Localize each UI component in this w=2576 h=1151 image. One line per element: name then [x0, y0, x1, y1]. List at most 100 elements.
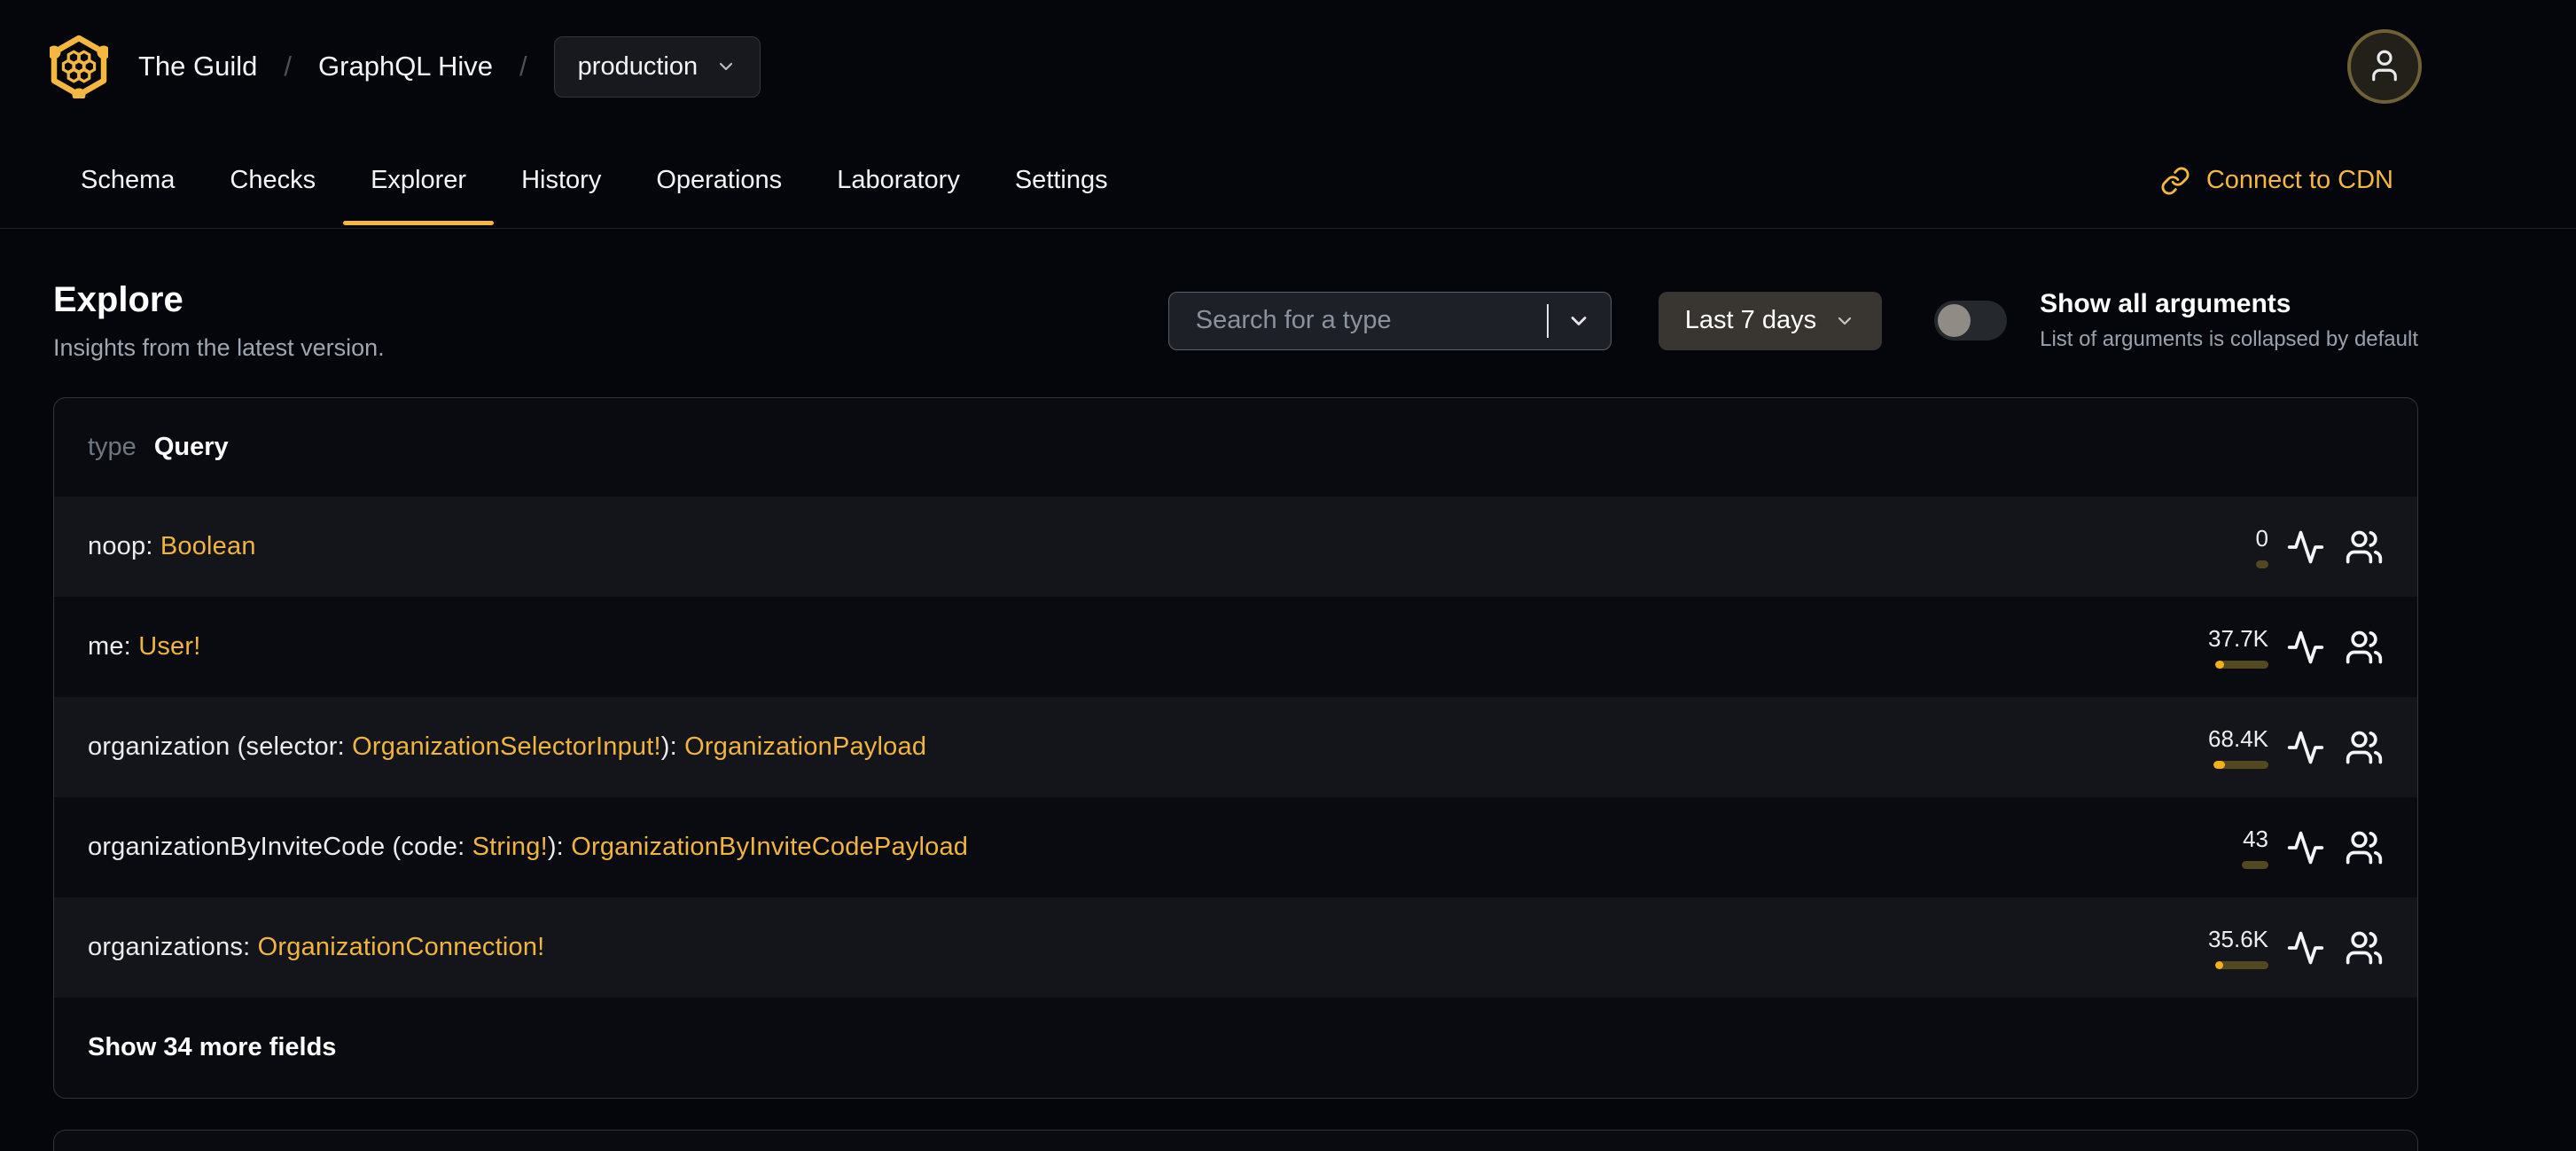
type-link[interactable]: OrganizationByInviteCodePayload	[571, 833, 968, 861]
page-title: Explore	[53, 280, 183, 319]
type-name: Query	[153, 433, 229, 461]
type-card-body: noop: Boolean 0 me: User! 37.7K organiza	[54, 497, 2417, 1098]
usage-value: 68.4K	[2208, 725, 2268, 752]
page-root: The Guild / GraphQL Hive / production Sc…	[0, 0, 2576, 1151]
show-more-button[interactable]: Show 34 more fields	[88, 1033, 336, 1062]
chevron-down-icon	[715, 56, 737, 77]
usage-value: 35.6K	[2208, 926, 2268, 952]
field-text: noop:	[88, 532, 160, 560]
target-selector-value: production	[577, 51, 699, 81]
type-kind-label: type	[88, 433, 137, 461]
field-text: ):	[547, 833, 572, 861]
next-type-card-stub	[53, 1130, 2418, 1151]
breadcrumb: The Guild / GraphQL Hive / production	[138, 35, 761, 98]
toggle-description: List of arguments is collapsed by defaul…	[2040, 327, 2418, 351]
field-signature: me: User!	[88, 632, 2151, 662]
activity-icon[interactable]	[2286, 928, 2325, 967]
type-link[interactable]: OrganizationSelectorInput!	[352, 732, 661, 761]
usage-value: 43	[2243, 826, 2268, 852]
hive-logo-icon[interactable]	[50, 35, 108, 98]
field-row: me: User! 37.7K	[54, 597, 2417, 697]
target-selector-button[interactable]: production	[553, 35, 761, 98]
controls: Search for a type Last 7 days Show all a…	[1167, 289, 2418, 352]
main-content: Explore Insights from the latest version…	[0, 229, 2576, 1151]
usage-bar	[2213, 761, 2268, 769]
users-icon[interactable]	[2345, 828, 2384, 867]
users-icon[interactable]	[2345, 728, 2384, 767]
users-icon[interactable]	[2345, 928, 2384, 967]
type-link[interactable]: OrganizationConnection!	[258, 933, 545, 961]
combobox-divider	[1546, 303, 1549, 338]
search-placeholder: Search for a type	[1195, 306, 1392, 334]
usage-bar-fill	[2215, 961, 2223, 969]
tab-history[interactable]: History	[494, 133, 628, 228]
tab-explorer[interactable]: Explorer	[343, 133, 495, 228]
period-label: Last 7 days	[1684, 306, 1817, 334]
field-text: organization (selector:	[88, 732, 353, 761]
type-search-combobox[interactable]: Search for a type	[1167, 291, 1612, 350]
users-icon[interactable]	[2345, 528, 2384, 567]
tab-operations[interactable]: Operations	[628, 133, 809, 228]
activity-icon[interactable]	[2286, 728, 2325, 767]
tab-schema[interactable]: Schema	[53, 133, 202, 228]
users-icon[interactable]	[2345, 628, 2384, 667]
activity-icon[interactable]	[2286, 628, 2325, 667]
usage-value: 37.7K	[2208, 625, 2268, 652]
field-signature: organizationByInviteCode (code: String!)…	[88, 833, 2151, 862]
usage-bar-fill	[2213, 761, 2225, 769]
type-link[interactable]: String!	[472, 833, 548, 861]
tab-checks[interactable]: Checks	[202, 133, 343, 228]
page-subtitle: Insights from the latest version.	[53, 334, 385, 361]
usage-value: 0	[2255, 525, 2268, 552]
type-link[interactable]: OrganizationPayload	[684, 732, 926, 761]
field-text: organizations:	[88, 933, 258, 961]
breadcrumb-separator: /	[284, 51, 293, 82]
breadcrumb-separator: /	[519, 51, 527, 82]
usage-bar	[2256, 560, 2268, 568]
usage-metric: 43	[2151, 826, 2268, 869]
link-icon	[2160, 166, 2190, 196]
activity-icon[interactable]	[2286, 528, 2325, 567]
field-text: organizationByInviteCode (code:	[88, 833, 472, 861]
show-arguments-toggle[interactable]	[1934, 301, 2008, 341]
usage-bar-fill	[2215, 661, 2224, 669]
field-row: organization (selector: OrganizationSele…	[54, 697, 2417, 797]
top-nav: The Guild / GraphQL Hive / production	[0, 0, 2576, 133]
usage-metric: 35.6K	[2151, 926, 2268, 969]
connect-cdn-link[interactable]: Connect to CDN	[2160, 133, 2393, 228]
field-row: organizationByInviteCode (code: String!)…	[54, 797, 2417, 897]
field-text: me:	[88, 632, 139, 661]
user-icon	[2366, 47, 2403, 87]
usage-bar	[2242, 861, 2268, 869]
chevron-down-icon	[1834, 310, 1855, 332]
toggle-knob	[1938, 304, 1971, 337]
explore-header: Explore Insights from the latest version…	[53, 280, 2418, 362]
usage-metric: 0	[2151, 525, 2268, 568]
breadcrumb-org[interactable]: The Guild	[138, 51, 257, 82]
field-signature: organizations: OrganizationConnection!	[88, 933, 2151, 962]
type-card-header: type Query	[54, 398, 2417, 497]
field-row: organizations: OrganizationConnection! 3…	[54, 897, 2417, 998]
toggle-text-block: Show all arguments List of arguments is …	[2040, 289, 2418, 352]
usage-bar	[2215, 961, 2268, 969]
show-more-row: Show 34 more fields	[54, 998, 2417, 1098]
field-signature: organization (selector: OrganizationSele…	[88, 732, 2151, 762]
chevron-down-icon[interactable]	[1566, 309, 1591, 333]
usage-bar	[2215, 661, 2268, 669]
field-row: noop: Boolean 0	[54, 497, 2417, 597]
field-text: ):	[660, 732, 685, 761]
breadcrumb-project[interactable]: GraphQL Hive	[318, 51, 493, 82]
period-dropdown-button[interactable]: Last 7 days	[1658, 291, 1883, 350]
tab-settings[interactable]: Settings	[987, 133, 1136, 228]
usage-metric: 68.4K	[2151, 725, 2268, 769]
type-link[interactable]: Boolean	[160, 532, 256, 560]
activity-icon[interactable]	[2286, 828, 2325, 867]
avatar[interactable]	[2347, 29, 2422, 104]
field-signature: noop: Boolean	[88, 532, 2151, 561]
usage-metric: 37.7K	[2151, 625, 2268, 669]
tab-bar: Schema Checks Explorer History Operations Lab…	[53, 133, 1136, 228]
type-link[interactable]: User!	[138, 632, 200, 661]
tab-laboratory[interactable]: Laboratory	[809, 133, 987, 228]
tab-row: Schema Checks Explorer History Operations Lab…	[0, 133, 2576, 229]
connect-cdn-label: Connect to CDN	[2205, 166, 2393, 194]
